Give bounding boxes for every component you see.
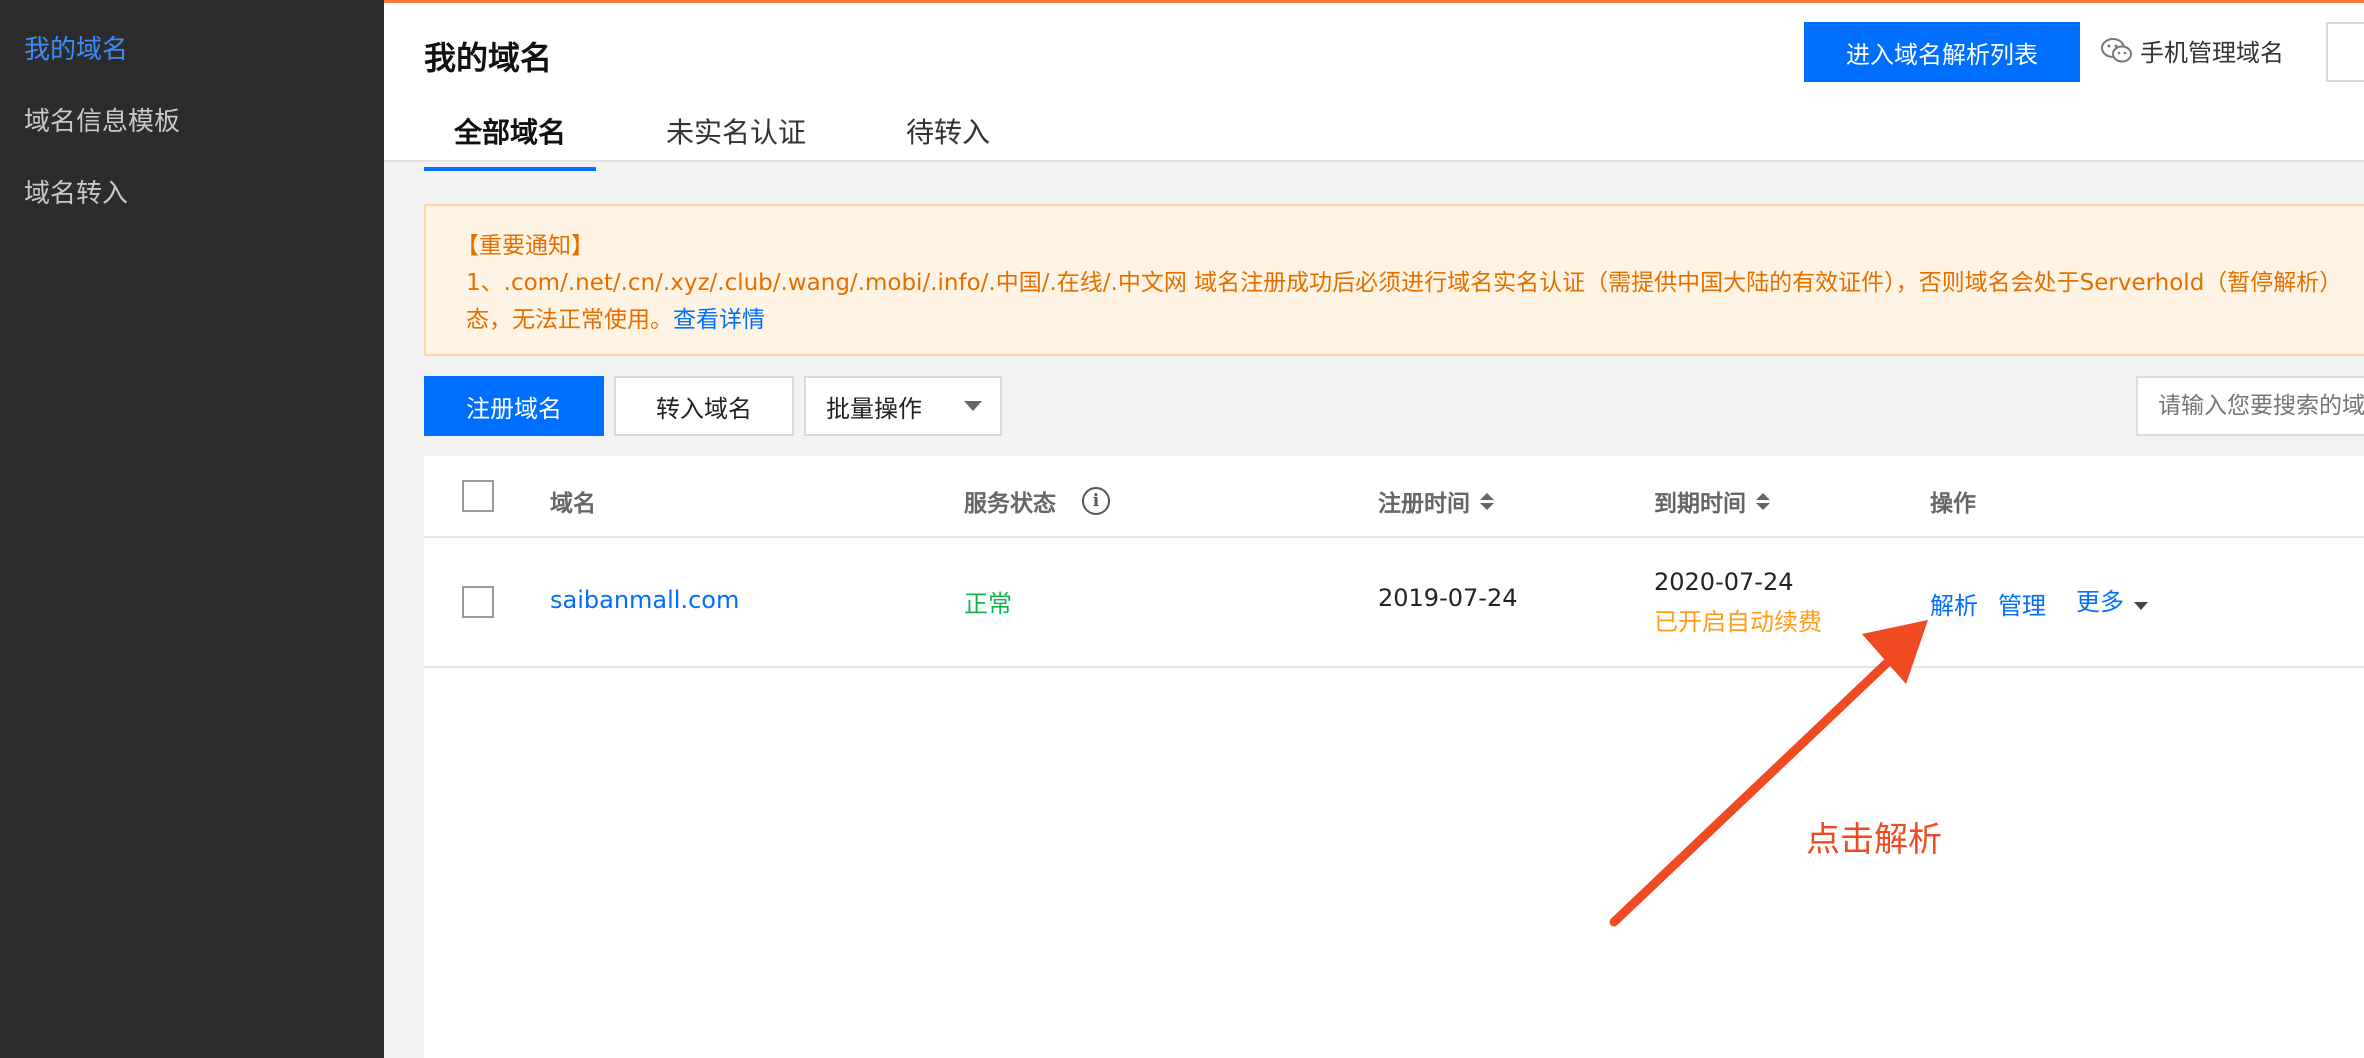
tab-unverified[interactable]: 未实名认证 [666, 111, 806, 163]
column-domain: 域名 [550, 484, 596, 518]
info-icon[interactable]: i [1082, 487, 1110, 515]
expiry-date: 2020-07-24 [1654, 568, 1794, 596]
manage-link[interactable]: 管理 [1998, 586, 2046, 621]
status-badge: 正常 [964, 590, 1012, 618]
column-actions: 操作 [1930, 484, 1976, 518]
column-registered-label: 注册时间 [1378, 491, 1470, 517]
column-actions-label: 操作 [1930, 491, 1976, 517]
more-button[interactable] [2326, 22, 2364, 82]
notice-line-1: 1、.com/.net/.cn/.xyz/.club/.wang/.mobi/.… [466, 270, 2343, 296]
wechat-icon [2101, 37, 2132, 62]
sidebar-item-my-domains[interactable]: 我的域名 [24, 32, 128, 68]
domain-table: 域名 服务状态 i 注册时间 到期时间 操作 saibanmall.com 正常… [424, 456, 2364, 1058]
notice-details-link[interactable]: 查看详情 [673, 307, 765, 333]
registered-date: 2019-07-24 [1378, 584, 1518, 612]
tab-all-domains[interactable]: 全部域名 [423, 111, 597, 171]
more-actions-dropdown[interactable]: 更多 [2076, 582, 2148, 617]
table-header: 域名 服务状态 i 注册时间 到期时间 操作 [424, 456, 2364, 538]
batch-operation-label: 批量操作 [826, 394, 922, 423]
notice-title: 【重要通知】 [456, 233, 594, 259]
annotation-label: 点击解析 [1806, 820, 1942, 860]
domain-link[interactable]: saibanmall.com [550, 586, 739, 614]
sort-icon[interactable] [1756, 492, 1770, 510]
domain-search-input[interactable] [2136, 376, 2364, 436]
transfer-domain-button[interactable]: 转入域名 [614, 376, 794, 436]
important-notice: 【重要通知】 1、.com/.net/.cn/.xyz/.club/.wang/… [424, 204, 2364, 356]
column-domain-label: 域名 [550, 491, 596, 517]
sidebar: 我的域名 域名信息模板 域名转入 [0, 0, 384, 1058]
dns-list-button[interactable]: 进入域名解析列表 [1804, 22, 2080, 82]
register-domain-button[interactable]: 注册域名 [424, 376, 604, 436]
row-checkbox[interactable] [462, 586, 494, 618]
select-all-checkbox[interactable] [462, 480, 494, 512]
tab-bar: 全部域名 未实名认证 待转入 [423, 111, 990, 171]
column-status-label: 服务状态 [964, 491, 1056, 517]
chevron-down-icon [964, 401, 982, 411]
sort-icon[interactable] [1480, 492, 1494, 510]
mobile-manage-link[interactable]: 手机管理域名 [2100, 33, 2284, 68]
column-status: 服务状态 i [964, 484, 1110, 518]
page-header: 我的域名 进入域名解析列表 手机管理域名 全部域名 未实名认证 待转入 [384, 0, 2364, 171]
table-row: saibanmall.com 正常 2019-07-24 2020-07-24 … [424, 540, 2364, 668]
tab-pending-transfer[interactable]: 待转入 [906, 111, 990, 163]
more-actions-label: 更多 [2076, 588, 2124, 616]
page-title: 我的域名 [424, 39, 553, 77]
column-registered[interactable]: 注册时间 [1378, 484, 1494, 518]
auto-renew-note: 已开启自动续费 [1654, 608, 1822, 636]
column-expires-label: 到期时间 [1654, 491, 1746, 517]
column-expires[interactable]: 到期时间 [1654, 484, 1770, 518]
mobile-manage-label: 手机管理域名 [2140, 39, 2284, 67]
sidebar-item-domain-templates[interactable]: 域名信息模板 [24, 104, 180, 140]
caret-down-icon [2134, 601, 2148, 610]
sidebar-item-domain-transfer-in[interactable]: 域名转入 [24, 176, 128, 212]
notice-line-2: 态，无法正常使用。 [466, 307, 673, 333]
batch-operation-select[interactable]: 批量操作 [804, 376, 1002, 436]
resolve-link[interactable]: 解析 [1930, 586, 1978, 621]
